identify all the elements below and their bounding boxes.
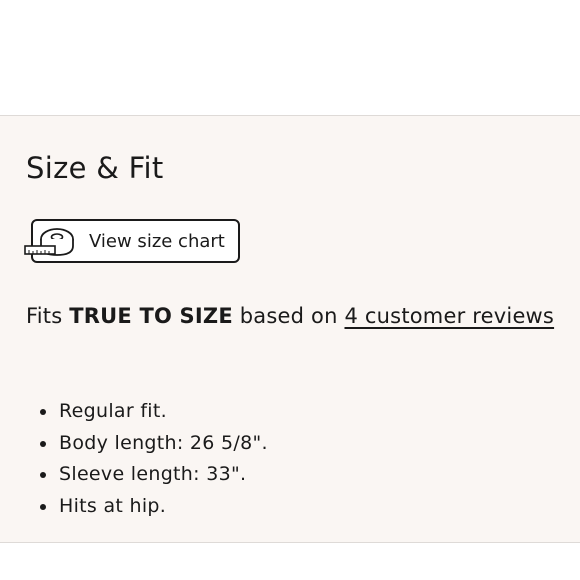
customer-reviews-link[interactable]: 4 customer reviews: [344, 304, 554, 328]
fit-summary: Fits TRUE TO SIZE based on 4 customer re…: [26, 301, 554, 331]
fit-details-list: Regular fit. Body length: 26 5/8". Sleev…: [0, 396, 268, 522]
list-item: Hits at hip.: [40, 491, 268, 523]
list-item: Regular fit.: [40, 396, 268, 428]
list-item: Sleeve length: 33".: [40, 459, 268, 491]
bottom-blank-area: [0, 543, 580, 580]
view-size-chart-label: View size chart: [89, 231, 225, 252]
fit-middle-text: based on: [239, 304, 338, 328]
section-title: Size & Fit: [26, 151, 164, 185]
size-fit-section: Size & Fit View size chart Fits TRUE TO …: [0, 115, 580, 543]
top-blank-area: [0, 0, 580, 115]
measuring-tape-icon: [24, 228, 74, 256]
list-item: Body length: 26 5/8".: [40, 428, 268, 460]
fit-prefix: Fits: [26, 304, 63, 328]
fit-rating: TRUE TO SIZE: [69, 304, 233, 328]
